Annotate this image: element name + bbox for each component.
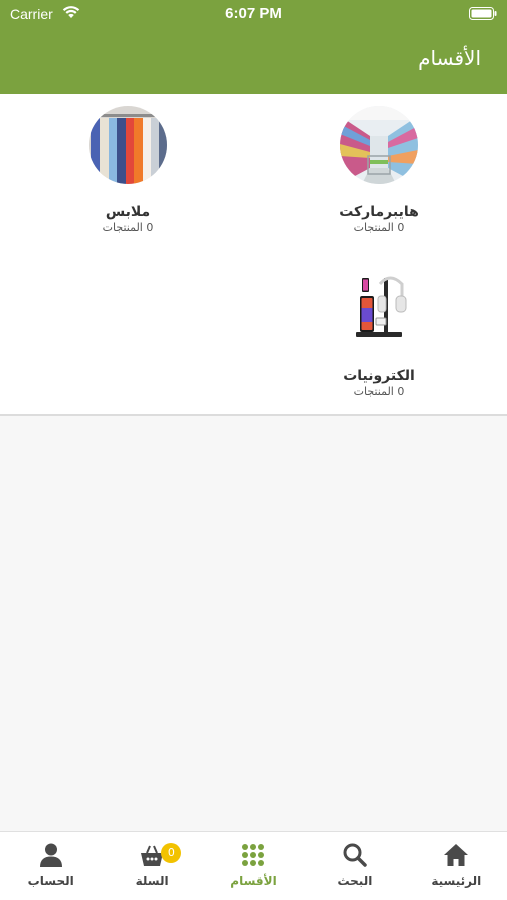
electronics-stand-image	[340, 270, 418, 348]
status-bar: Carrier 6:07 PM	[0, 0, 507, 30]
navigation-bar: الأقسام	[0, 30, 507, 94]
category-name: ملابس	[105, 204, 151, 220]
category-name: هايبرماركت	[339, 204, 419, 220]
search-icon	[343, 843, 367, 867]
categories-grid: هايبرماركت 0 المنتجات ملابس 0 المنتجات ا…	[0, 94, 507, 416]
category-count: 0 المنتجات	[102, 221, 154, 234]
cart-count-badge: 0	[161, 843, 182, 863]
category-count: 0 المنتجات	[353, 221, 405, 234]
tab-categories[interactable]: الأقسام	[203, 832, 304, 900]
battery-icon	[469, 7, 497, 20]
tab-label: الأقسام	[230, 874, 277, 888]
tab-label: السلة	[135, 874, 169, 888]
tab-bar: الحساب 0 السلة الأقسام البحث الرئيسية	[0, 831, 507, 900]
tab-account[interactable]: الحساب	[0, 832, 101, 900]
page-title: الأقسام	[418, 46, 481, 70]
supermarket-aisle-image	[340, 106, 418, 184]
home-icon	[444, 844, 469, 866]
tab-label: البحث	[337, 874, 373, 888]
user-icon	[39, 843, 62, 867]
tab-label: الحساب	[27, 874, 74, 888]
category-count: 0 المنتجات	[353, 385, 405, 398]
category-item-clothes[interactable]: ملابس 0 المنتجات	[28, 106, 228, 234]
tab-search[interactable]: البحث	[304, 832, 405, 900]
grid-icon	[242, 844, 265, 866]
tab-cart[interactable]: 0 السلة	[101, 832, 202, 900]
category-item-electronics[interactable]: الكترونيات 0 المنتجات	[279, 270, 479, 398]
category-name: الكترونيات	[343, 368, 415, 384]
tab-label: الرئيسية	[431, 874, 482, 888]
clothes-rack-image	[89, 106, 167, 184]
tab-home[interactable]: الرئيسية	[406, 832, 507, 900]
category-item-hypermarket[interactable]: هايبرماركت 0 المنتجات	[279, 106, 479, 234]
clock: 6:07 PM	[225, 5, 282, 22]
